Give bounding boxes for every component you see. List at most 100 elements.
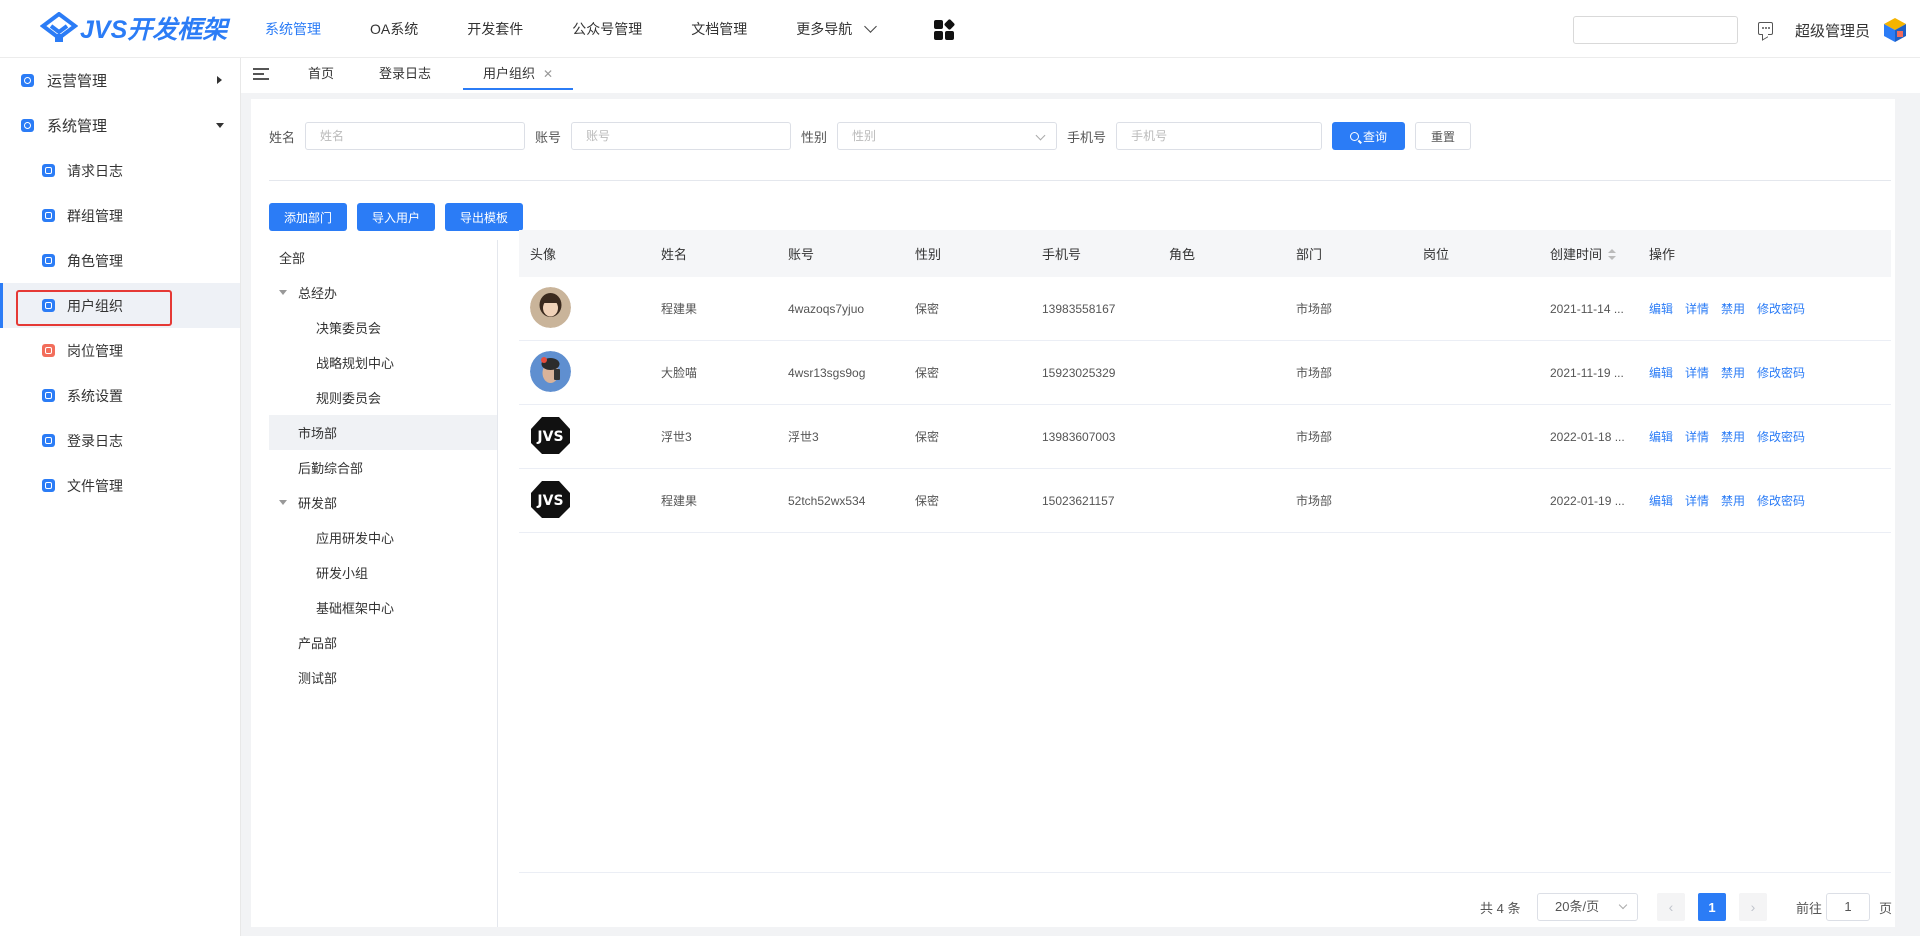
row-avatar: JVS	[530, 415, 571, 459]
caret-right-icon	[217, 76, 222, 84]
detail-link[interactable]: 详情	[1685, 430, 1709, 444]
sidebar-item-post-management[interactable]: 岗位管理	[0, 328, 240, 373]
username[interactable]: 超级管理员	[1795, 20, 1870, 41]
sidebar-item-label: 登录日志	[67, 432, 123, 449]
sidebar-group-operations[interactable]: 运营管理	[0, 58, 240, 103]
edit-link[interactable]: 编辑	[1649, 430, 1673, 444]
table-footer-divider	[519, 872, 1891, 873]
tree-node-logistics[interactable]: 后勤综合部	[269, 450, 497, 485]
edit-link[interactable]: 编辑	[1649, 366, 1673, 380]
nav-wechat-management[interactable]: 公众号管理	[572, 19, 642, 39]
tree-node-general-office[interactable]: 总经办	[269, 275, 497, 310]
tree-node-product[interactable]: 产品部	[269, 625, 497, 660]
change-password-link[interactable]: 修改密码	[1757, 366, 1805, 380]
login-log-icon	[42, 434, 55, 447]
request-log-icon	[42, 164, 55, 177]
sidebar-item-role-management[interactable]: 角色管理	[0, 238, 240, 283]
disable-link[interactable]: 禁用	[1721, 430, 1745, 444]
row-department: 市场部	[1296, 494, 1333, 508]
tree-node-label: 市场部	[298, 426, 338, 441]
name-input[interactable]: 姓名	[305, 122, 526, 150]
change-password-link[interactable]: 修改密码	[1757, 494, 1805, 508]
disable-link[interactable]: 禁用	[1721, 302, 1745, 316]
table-row: 大脸喵 4wsr13sgs9og 保密 15923025329 市场部 2021…	[519, 341, 1891, 405]
app-grid-icon[interactable]	[934, 18, 956, 40]
add-department-button[interactable]: 添加部门	[269, 203, 348, 231]
query-button[interactable]: 查询	[1332, 122, 1406, 150]
nav-system-management[interactable]: 系统管理	[265, 19, 321, 39]
tab-home[interactable]: 首页	[308, 58, 334, 90]
chevron-down-icon	[1618, 900, 1628, 910]
column-header-created[interactable]: 创建时间	[1550, 244, 1617, 263]
row-avatar	[530, 286, 571, 331]
phone-input[interactable]: 手机号	[1116, 122, 1323, 150]
tree-node-strategy-center[interactable]: 战略规划中心	[269, 345, 497, 380]
sidebar-group-system[interactable]: 系统管理	[0, 103, 240, 148]
sidebar-item-login-log[interactable]: 登录日志	[0, 418, 240, 463]
sidebar-item-request-log[interactable]: 请求日志	[0, 148, 240, 193]
menu-collapse-icon[interactable]	[253, 68, 269, 81]
tree-node-rnd-team[interactable]: 研发小组	[269, 555, 497, 590]
sort-icon[interactable]	[1608, 248, 1617, 261]
change-password-link[interactable]: 修改密码	[1757, 302, 1805, 316]
tabs-bar: 首页 登录日志 用户组织 ✕	[241, 58, 1920, 93]
tree-node-rules-committee[interactable]: 规则委员会	[269, 380, 497, 415]
user-org-icon	[42, 299, 55, 312]
sidebar-item-label: 用户组织	[67, 297, 123, 314]
page-size-select[interactable]: 20条/页	[1537, 893, 1638, 921]
gender-select[interactable]: 性别	[837, 122, 1058, 150]
edit-link[interactable]: 编辑	[1649, 302, 1673, 316]
change-password-link[interactable]: 修改密码	[1757, 430, 1805, 444]
goto-page-input[interactable]: 1	[1826, 893, 1870, 921]
sidebar-item-file-management[interactable]: 文件管理	[0, 463, 240, 508]
detail-link[interactable]: 详情	[1685, 494, 1709, 508]
tree-node-app-rnd-center[interactable]: 应用研发中心	[269, 520, 497, 555]
next-page-button[interactable]: ›	[1739, 893, 1767, 921]
tree-node-framework-center[interactable]: 基础框架中心	[269, 590, 497, 625]
page-button-current[interactable]: 1	[1698, 893, 1726, 921]
query-button-label: 查询	[1363, 129, 1388, 144]
close-icon[interactable]: ✕	[543, 67, 553, 81]
detail-link[interactable]: 详情	[1685, 302, 1709, 316]
tree-node-decision-committee[interactable]: 决策委员会	[269, 310, 497, 345]
edit-link[interactable]: 编辑	[1649, 494, 1673, 508]
tree-node-marketing[interactable]: 市场部	[269, 415, 497, 450]
app-logo[interactable]: JVS开发框架	[40, 10, 227, 46]
nav-more[interactable]: 更多导航	[796, 19, 878, 39]
sidebar-item-system-settings[interactable]: 系统设置	[0, 373, 240, 418]
disable-link[interactable]: 禁用	[1721, 366, 1745, 380]
column-header-actions: 操作	[1649, 247, 1676, 262]
sidebar-group-label: 运营管理	[47, 73, 108, 90]
tree-node-all[interactable]: 全部	[269, 240, 497, 275]
sidebar-item-label: 系统设置	[67, 387, 123, 404]
row-gender: 保密	[915, 302, 940, 316]
export-template-button[interactable]: 导出模板	[445, 203, 524, 231]
account-input[interactable]: 账号	[571, 122, 792, 150]
caret-down-icon[interactable]	[279, 500, 287, 505]
reset-button[interactable]: 重置	[1415, 122, 1472, 150]
tab-login-log[interactable]: 登录日志	[379, 58, 431, 90]
sidebar-item-user-organization[interactable]: 用户组织	[0, 283, 240, 328]
role-icon	[42, 254, 55, 267]
tree-node-testing[interactable]: 测试部	[269, 660, 497, 695]
sidebar-item-group-management[interactable]: 群组管理	[0, 193, 240, 238]
nav-dev-kit[interactable]: 开发套件	[467, 19, 523, 39]
tree-node-rnd[interactable]: 研发部	[269, 485, 497, 520]
message-icon[interactable]	[1758, 22, 1773, 35]
phone-placeholder: 手机号	[1131, 129, 1168, 143]
caret-down-icon[interactable]	[279, 290, 287, 295]
prev-page-button[interactable]: ‹	[1657, 893, 1685, 921]
disable-link[interactable]: 禁用	[1721, 494, 1745, 508]
nav-oa-system[interactable]: OA系统	[370, 19, 418, 39]
top-nav: 系统管理 OA系统 开发套件 公众号管理 文档管理 更多导航	[265, 0, 924, 58]
import-users-label: 导入用户	[372, 210, 421, 225]
svg-text:JVS: JVS	[536, 493, 563, 509]
sidebar-item-label: 角色管理	[67, 252, 123, 269]
detail-link[interactable]: 详情	[1685, 366, 1709, 380]
nav-document-management[interactable]: 文档管理	[691, 19, 747, 39]
tab-label: 首页	[308, 66, 335, 81]
header-search-input[interactable]	[1573, 16, 1738, 44]
import-users-button[interactable]: 导入用户	[357, 203, 436, 231]
user-avatar-icon[interactable]	[1883, 17, 1907, 43]
tab-user-organization[interactable]: 用户组织 ✕	[463, 58, 574, 90]
